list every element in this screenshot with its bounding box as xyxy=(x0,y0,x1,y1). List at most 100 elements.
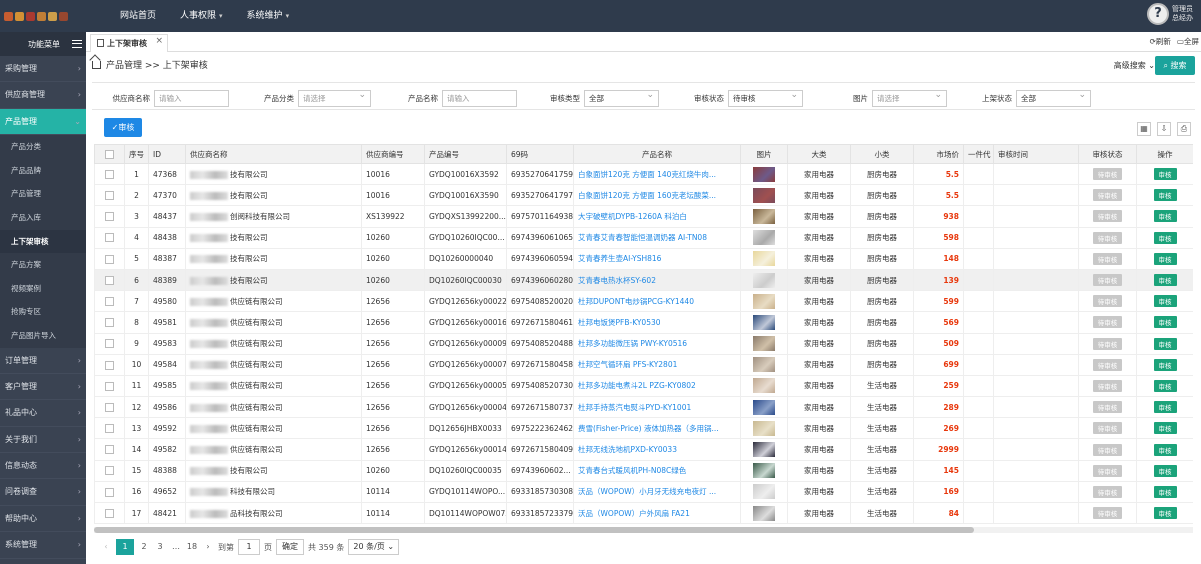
table-row[interactable]: 8 49581 供应链有限公司 12656 GYDQ12656ky00016 697267… xyxy=(94,311,1193,334)
row-checkbox[interactable] xyxy=(105,296,114,306)
product-thumbnail[interactable] xyxy=(753,484,775,500)
table-row[interactable]: 2 47370 技有限公司 10016 GYDQ10016X3590 6935270641… xyxy=(94,184,1193,207)
product-thumbnail[interactable] xyxy=(753,399,775,415)
audit-row-button[interactable]: 审核 xyxy=(1153,507,1177,520)
user-menu[interactable]: ? 管理员 总经办 xyxy=(1147,3,1193,25)
fullscreen-button[interactable]: ▭全屏 xyxy=(1177,36,1199,47)
product-name-link[interactable]: 白象面饼120克 方便面 160克老坛酸菜... xyxy=(573,184,741,207)
table-row[interactable]: 14 49582 供应链有限公司 12656 GYDQ12656ky00014 69726… xyxy=(94,438,1193,461)
product-thumbnail[interactable] xyxy=(753,505,775,521)
scrollbar-thumb[interactable] xyxy=(94,527,974,533)
row-checkbox[interactable] xyxy=(105,169,114,179)
audit-type-select[interactable]: 全部 xyxy=(584,88,659,107)
product-name-link[interactable]: 杜邦多功能电煮斗2L PZG-KY0802 xyxy=(573,374,741,398)
row-checkbox[interactable] xyxy=(105,254,114,264)
sidebar-subitem[interactable]: 产品品牌 xyxy=(0,158,86,183)
sidebar-item[interactable]: 订单管理 › xyxy=(0,348,86,374)
product-name-link[interactable]: 艾青春艾青春智能恒温调奶器 AI-TN08 xyxy=(573,226,741,249)
shelf-status-select[interactable]: 全部 xyxy=(1016,88,1091,107)
page-button[interactable]: 18 xyxy=(186,539,198,555)
sidebar-item[interactable]: 帮助中心 › xyxy=(0,506,86,533)
top-nav-item[interactable]: 系统维护 ▾ xyxy=(235,0,302,32)
product-thumbnail[interactable] xyxy=(753,208,775,224)
product-thumbnail[interactable] xyxy=(753,187,775,203)
sidebar-subitem[interactable]: 产品管理 xyxy=(0,182,86,206)
sidebar-item[interactable]: 关于我们 › xyxy=(0,427,86,454)
top-nav-item[interactable]: 人事权限 ▾ xyxy=(168,0,235,32)
row-checkbox[interactable] xyxy=(105,339,114,349)
table-row[interactable]: 6 48389 技有限公司 10260 DQ10260IQC00030 697439606… xyxy=(94,268,1193,292)
table-row[interactable]: 17 48421 品科技有限公司 10114 DQ10114WOPOW075 693318… xyxy=(94,501,1193,525)
table-row[interactable]: 16 49652 科技有限公司 10114 GYDQ10114WOPO... 693318… xyxy=(94,480,1193,504)
home-icon[interactable] xyxy=(92,61,101,69)
table-row[interactable]: 4 48438 技有限公司 10260 GYDQ10260IQC00... 6974396… xyxy=(94,226,1193,249)
sidebar-item[interactable]: 供应商管理 › xyxy=(0,82,86,109)
audit-row-button[interactable]: 审核 xyxy=(1153,295,1177,308)
row-checkbox[interactable] xyxy=(105,508,114,518)
table-row[interactable]: 13 49592 供应链有限公司 12656 DQ12656JHBX0033 697522… xyxy=(94,417,1193,440)
audit-row-button[interactable]: 审核 xyxy=(1153,422,1177,435)
product-thumbnail[interactable] xyxy=(753,442,775,458)
horizontal-scrollbar[interactable] xyxy=(94,527,1193,533)
product-name-link[interactable]: 杜邦多功能微压锅 PWY-KY0516 xyxy=(573,332,741,355)
audit-row-button[interactable]: 审核 xyxy=(1153,401,1177,414)
row-checkbox[interactable] xyxy=(105,466,114,476)
sidebar-subitem[interactable]: 产品分类 xyxy=(0,135,86,159)
row-checkbox[interactable] xyxy=(105,318,114,328)
row-checkbox[interactable] xyxy=(105,233,114,243)
audit-row-button[interactable]: 审核 xyxy=(1153,274,1177,287)
product-thumbnail[interactable] xyxy=(753,251,775,267)
user-avatar-icon[interactable]: ? xyxy=(1147,3,1169,25)
sidebar-subitem[interactable]: 产品方案 xyxy=(0,253,86,277)
product-name-link[interactable]: 杜邦手持蒸汽电熨斗PYD-KY1001 xyxy=(573,396,741,419)
audit-row-button[interactable]: 审核 xyxy=(1153,210,1177,223)
export-icon[interactable]: ⇩ xyxy=(1157,122,1171,136)
sidebar-item[interactable]: 问卷调查 › xyxy=(0,479,86,506)
audit-status-select[interactable]: 待审核 xyxy=(728,88,803,107)
product-name-link[interactable]: 杜邦DUPONT电炒锅PCG-KY1440 xyxy=(573,290,741,313)
advanced-search-toggle[interactable]: 高级搜索 ⌄ xyxy=(1114,60,1155,71)
product-name-link[interactable]: 艾青春台式暖风机PH-N08C绿色 xyxy=(573,459,741,482)
supplier-name-input[interactable]: 请输入 xyxy=(154,89,229,107)
audit-row-button[interactable]: 审核 xyxy=(1153,379,1177,392)
page-button[interactable]: 2 xyxy=(138,539,150,555)
columns-icon[interactable]: ▦ xyxy=(1137,122,1151,136)
page-button[interactable]: 1 xyxy=(116,539,134,555)
audit-row-button[interactable]: 审核 xyxy=(1153,485,1177,498)
product-thumbnail[interactable] xyxy=(753,378,775,394)
row-checkbox[interactable] xyxy=(105,212,114,222)
sidebar-subitem[interactable]: 抢购专区 xyxy=(0,300,86,324)
product-name-link[interactable]: 白象面饼120克 方便面 140克红烧牛肉... xyxy=(573,162,741,186)
product-name-link[interactable]: 沃品（WOPOW）小月牙无线充电夜灯 ... xyxy=(573,480,741,504)
sidebar-item[interactable]: 客户管理 › xyxy=(0,374,86,401)
table-row[interactable]: 7 49580 供应链有限公司 12656 GYDQ12656ky00022 697540… xyxy=(94,290,1193,313)
row-checkbox[interactable] xyxy=(105,402,114,412)
goto-page-input[interactable]: 1 xyxy=(238,539,260,555)
audit-row-button[interactable]: 审核 xyxy=(1153,464,1177,477)
audit-button[interactable]: ✓审核 xyxy=(104,118,142,137)
table-row[interactable]: 1 47368 技有限公司 10016 GYDQ10016X3592 6935270641… xyxy=(94,162,1193,186)
audit-row-button[interactable]: 审核 xyxy=(1153,231,1177,244)
next-page-icon[interactable]: › xyxy=(202,539,214,555)
sidebar-item[interactable]: 礼品中心 › xyxy=(0,400,86,427)
product-thumbnail[interactable] xyxy=(753,314,775,330)
sidebar-subitem[interactable]: 产品图片导入 xyxy=(0,323,86,348)
product-name-link[interactable]: 杜邦无线洗地机PXD-KY0033 xyxy=(573,438,741,461)
audit-row-button[interactable]: 审核 xyxy=(1153,168,1177,181)
search-button[interactable]: ⌕ 搜索 xyxy=(1155,56,1195,75)
category-select[interactable]: 请选择 xyxy=(298,88,371,107)
product-thumbnail[interactable] xyxy=(753,463,775,479)
sidebar-item[interactable]: 产品管理 ⌄ xyxy=(0,108,86,136)
product-name-link[interactable]: 杜邦空气循环扇 PFS-KY2801 xyxy=(573,353,741,376)
row-checkbox[interactable] xyxy=(105,445,114,455)
prev-page-icon[interactable]: ‹ xyxy=(100,539,112,555)
audit-row-button[interactable]: 审核 xyxy=(1153,189,1177,202)
audit-row-button[interactable]: 审核 xyxy=(1153,358,1177,371)
audit-row-button[interactable]: 审核 xyxy=(1153,316,1177,329)
menu-toggle-icon[interactable] xyxy=(72,40,82,48)
audit-row-button[interactable]: 审核 xyxy=(1153,443,1177,456)
table-row[interactable]: 9 49583 供应链有限公司 12656 GYDQ12656ky00009 697540… xyxy=(94,332,1193,355)
select-all-checkbox[interactable] xyxy=(94,144,125,164)
print-icon[interactable]: ⎙ xyxy=(1177,122,1191,136)
product-thumbnail[interactable] xyxy=(753,293,775,309)
